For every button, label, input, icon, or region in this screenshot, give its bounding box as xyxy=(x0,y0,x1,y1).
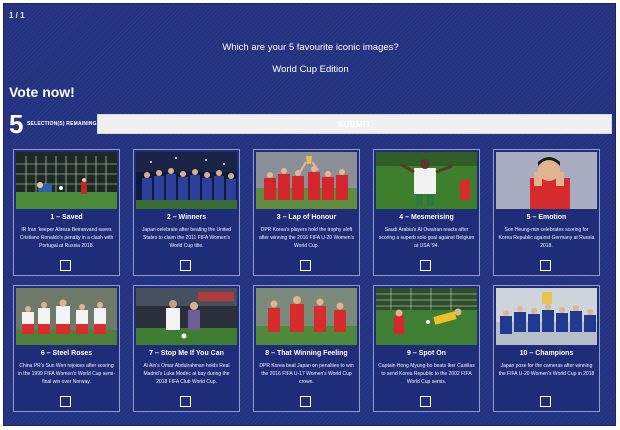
vote-card-7: 7 – Stop Me If You Can Al Ain's Omar Abd… xyxy=(133,285,240,412)
question-heading: Which are your 5 favourite iconic images… xyxy=(222,42,399,53)
vote-card-6: 6 – Steel Roses China PR's Sun Wen rejoi… xyxy=(13,285,120,412)
card-title: 1 – Saved xyxy=(50,214,83,221)
vote-checkbox[interactable] xyxy=(540,396,551,407)
photo-stop-me-if-you-can xyxy=(136,288,237,345)
vote-checkbox[interactable] xyxy=(540,260,551,271)
vote-card-8: 8 – That Winning Feeling DPR Korea beat … xyxy=(253,285,360,412)
vote-card-1: 1 – Saved IR Iran 'keeper Alireza Beiran… xyxy=(13,149,120,276)
vote-checkbox[interactable] xyxy=(420,396,431,407)
card-title: 6 – Steel Roses xyxy=(40,350,93,357)
photo-steel-roses xyxy=(16,288,117,345)
card-title: 4 – Mesmerising xyxy=(399,214,454,221)
card-caption: Son Heung-min celebrates scoring for Kor… xyxy=(498,227,595,249)
photo-emotion xyxy=(496,152,597,209)
card-title: 10 – Champions xyxy=(519,350,574,357)
photo-saved xyxy=(16,152,117,209)
vote-card-9: 9 – Spot On Captain Hong Myung-bo beats … xyxy=(373,285,480,412)
card-caption: Japan pose for the cameras after winning… xyxy=(498,363,595,377)
card-caption: Japan celebrate after beating the United… xyxy=(142,227,231,249)
card-caption: DPR Korea's players hold the trophy alof… xyxy=(258,227,355,249)
vote-checkbox[interactable] xyxy=(300,396,311,407)
card-title: 9 – Spot On xyxy=(407,350,446,357)
voting-panel: 1 / 1 Which are your 5 favourite iconic … xyxy=(3,3,616,426)
vote-checkbox[interactable] xyxy=(420,260,431,271)
photo-winners xyxy=(136,152,237,209)
vote-card-2: 2 – Winners Japan celebrate after beatin… xyxy=(133,149,240,276)
vote-checkbox[interactable] xyxy=(60,260,71,271)
vote-card-10: 10 – Champions Japan pose for the camera… xyxy=(493,285,600,412)
vote-checkbox[interactable] xyxy=(300,260,311,271)
card-caption: Al Ain's Omar Abdulrahman holds Real Mad… xyxy=(143,363,230,385)
card-title: 5 – Emotion xyxy=(526,214,567,221)
photo-mesmerising xyxy=(376,152,477,209)
vote-checkbox[interactable] xyxy=(60,396,71,407)
card-caption: China PR's Sun Wen rejoices after scorin… xyxy=(18,363,115,385)
page-counter: 1 / 1 xyxy=(9,11,25,20)
card-title: 8 – That Winning Feeling xyxy=(265,350,348,357)
vote-card-3: 3 – Lap of Honour DPR Korea's players ho… xyxy=(253,149,360,276)
card-title: 3 – Lap of Honour xyxy=(276,214,337,221)
vote-now-heading: Vote now! xyxy=(9,84,75,100)
vote-checkbox[interactable] xyxy=(180,396,191,407)
card-title: 7 – Stop Me If You Can xyxy=(149,350,224,357)
vote-checkbox[interactable] xyxy=(180,260,191,271)
photo-that-winning-feeling xyxy=(256,288,357,345)
card-caption: DPR Korea beat Japan on penalties to win… xyxy=(259,363,354,385)
card-caption: IR Iran 'keeper Alireza Beiranvand saves… xyxy=(19,227,114,249)
photo-spot-on xyxy=(376,288,477,345)
card-caption: Saudi Arabia's Al Owairan reacts after s… xyxy=(378,227,475,249)
selections-remaining-label: SELECTION(S) REMAINING xyxy=(27,121,97,127)
selections-remaining-count: 5 xyxy=(9,109,24,139)
vote-card-4: 4 – Mesmerising Saudi Arabia's Al Owaira… xyxy=(373,149,480,276)
card-title: 2 – Winners xyxy=(166,214,207,221)
edition-subtitle: World Cup Edition xyxy=(272,64,349,75)
card-caption: Captain Hong Myung-bo beats Iker Casilla… xyxy=(378,363,475,385)
vote-card-5: 5 – Emotion Son Heung-min celebrates sco… xyxy=(493,149,600,276)
photo-lap-of-honour xyxy=(256,152,357,209)
submit-button[interactable]: SUBMIT xyxy=(97,114,612,134)
photo-champions xyxy=(496,288,597,345)
